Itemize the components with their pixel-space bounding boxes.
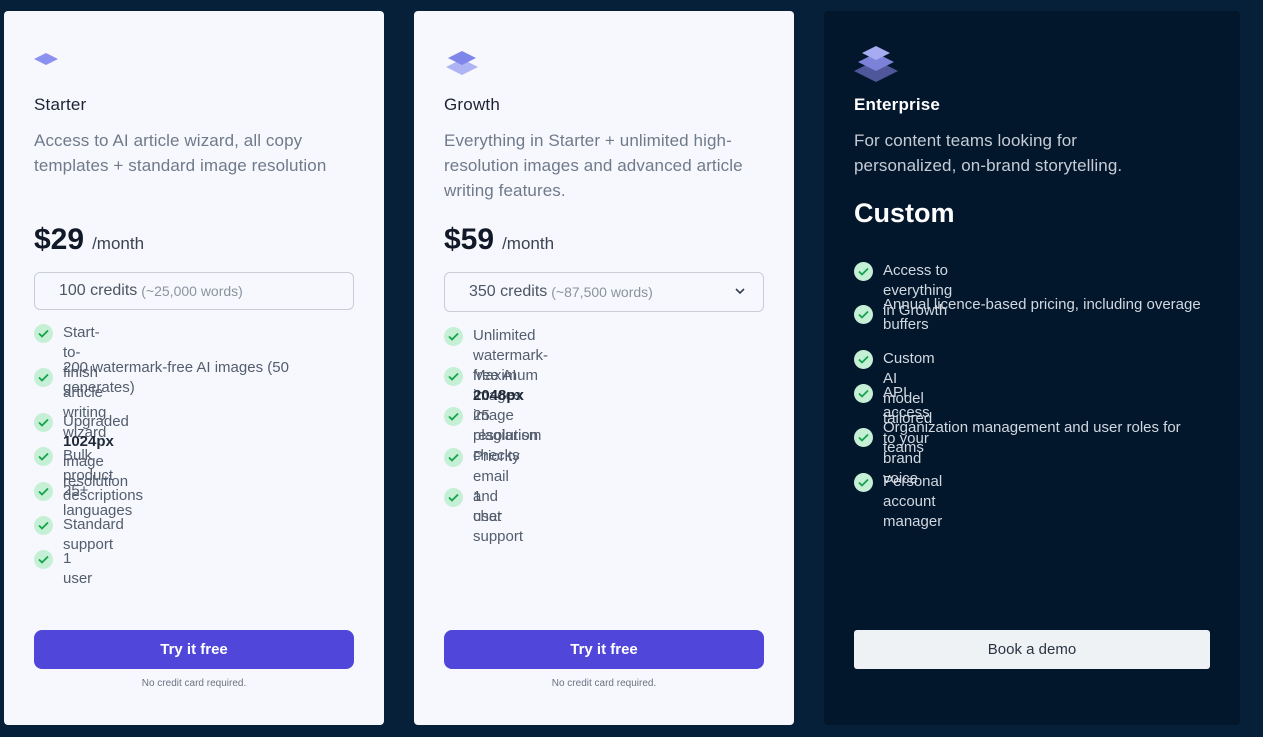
check-icon xyxy=(444,448,463,467)
feature-text: 1 user xyxy=(473,488,503,525)
credits-amount: 350 credits xyxy=(469,283,548,300)
check-icon xyxy=(854,262,873,281)
check-icon xyxy=(34,368,53,387)
check-icon xyxy=(854,428,873,447)
feature-item: 200 watermark-free AI images (50 generat… xyxy=(34,358,323,398)
feature-text: Annual licence-based pricing, including … xyxy=(883,296,1201,333)
check-icon xyxy=(34,516,53,535)
check-icon xyxy=(854,473,873,492)
credits-words: (~87,500 words) xyxy=(551,284,653,300)
no-credit-card-note: No credit card required. xyxy=(551,678,657,689)
feature-text: 200 watermark-free AI images (50 generat… xyxy=(63,359,289,396)
feature-item: Personal account manager xyxy=(854,472,942,532)
feature-text: 1 user xyxy=(63,550,93,587)
plan-description: Access to AI article wizard, all copy te… xyxy=(34,131,327,175)
check-icon xyxy=(444,488,463,507)
price: $29 /month xyxy=(34,223,144,257)
price-amount: $29 xyxy=(34,223,85,256)
check-icon xyxy=(34,447,53,466)
plan-name: Growth xyxy=(444,95,500,114)
check-icon xyxy=(34,324,53,343)
price-period: /month xyxy=(92,234,145,253)
plan-description: For content teams looking for personaliz… xyxy=(854,131,1123,175)
credits-words: (~25,000 words) xyxy=(141,283,243,299)
price-custom: Custom xyxy=(854,198,955,228)
check-icon xyxy=(444,407,463,426)
check-icon xyxy=(854,305,873,324)
plan-card-starter: Starter Access to AI article wizard, all… xyxy=(4,11,384,725)
credits-amount: 100 credits xyxy=(59,282,138,299)
chevron-down-icon xyxy=(735,288,745,295)
feature-text: Organization management and user roles f… xyxy=(883,419,1181,456)
plan-card-enterprise: Enterprise For content teams looking for… xyxy=(824,11,1240,725)
feature-item: 1 user xyxy=(444,487,502,527)
feature-text: API access xyxy=(883,384,930,421)
try-it-free-button[interactable]: Try it free xyxy=(444,630,764,669)
feature-item: Annual licence-based pricing, including … xyxy=(854,295,1203,335)
check-icon xyxy=(34,550,53,569)
price-period: /month xyxy=(502,234,555,253)
book-a-demo-button[interactable]: Book a demo xyxy=(854,630,1210,669)
check-icon xyxy=(854,384,873,403)
stacked-layers-icon xyxy=(854,46,898,82)
single-layer-icon xyxy=(34,53,58,65)
feature-text: Personal account manager xyxy=(883,473,943,530)
feature-item: Organization management and user roles f… xyxy=(854,418,1213,458)
feature-item: 1 user xyxy=(34,549,92,589)
double-layer-icon xyxy=(446,51,478,75)
no-credit-card-note: No credit card required. xyxy=(141,678,247,689)
credits-selector[interactable]: 100 credits (~25,000 words) xyxy=(34,272,354,310)
price-amount: $59 xyxy=(444,223,495,256)
check-icon xyxy=(34,413,53,432)
plan-name: Enterprise xyxy=(854,95,941,114)
plan-name: Starter xyxy=(34,95,87,114)
check-icon xyxy=(444,367,463,386)
feature-item: API access xyxy=(854,383,930,423)
price: $59 /month xyxy=(444,223,554,257)
plan-card-growth: Growth Everything in Starter + unlimited… xyxy=(414,11,794,725)
check-icon xyxy=(444,327,463,346)
try-it-free-button[interactable]: Try it free xyxy=(34,630,354,669)
plan-description: Everything in Starter + unlimited high-r… xyxy=(444,131,743,200)
credits-dropdown[interactable]: 350 credits (~87,500 words) xyxy=(444,272,764,312)
check-icon xyxy=(34,482,53,501)
check-icon xyxy=(854,350,873,369)
